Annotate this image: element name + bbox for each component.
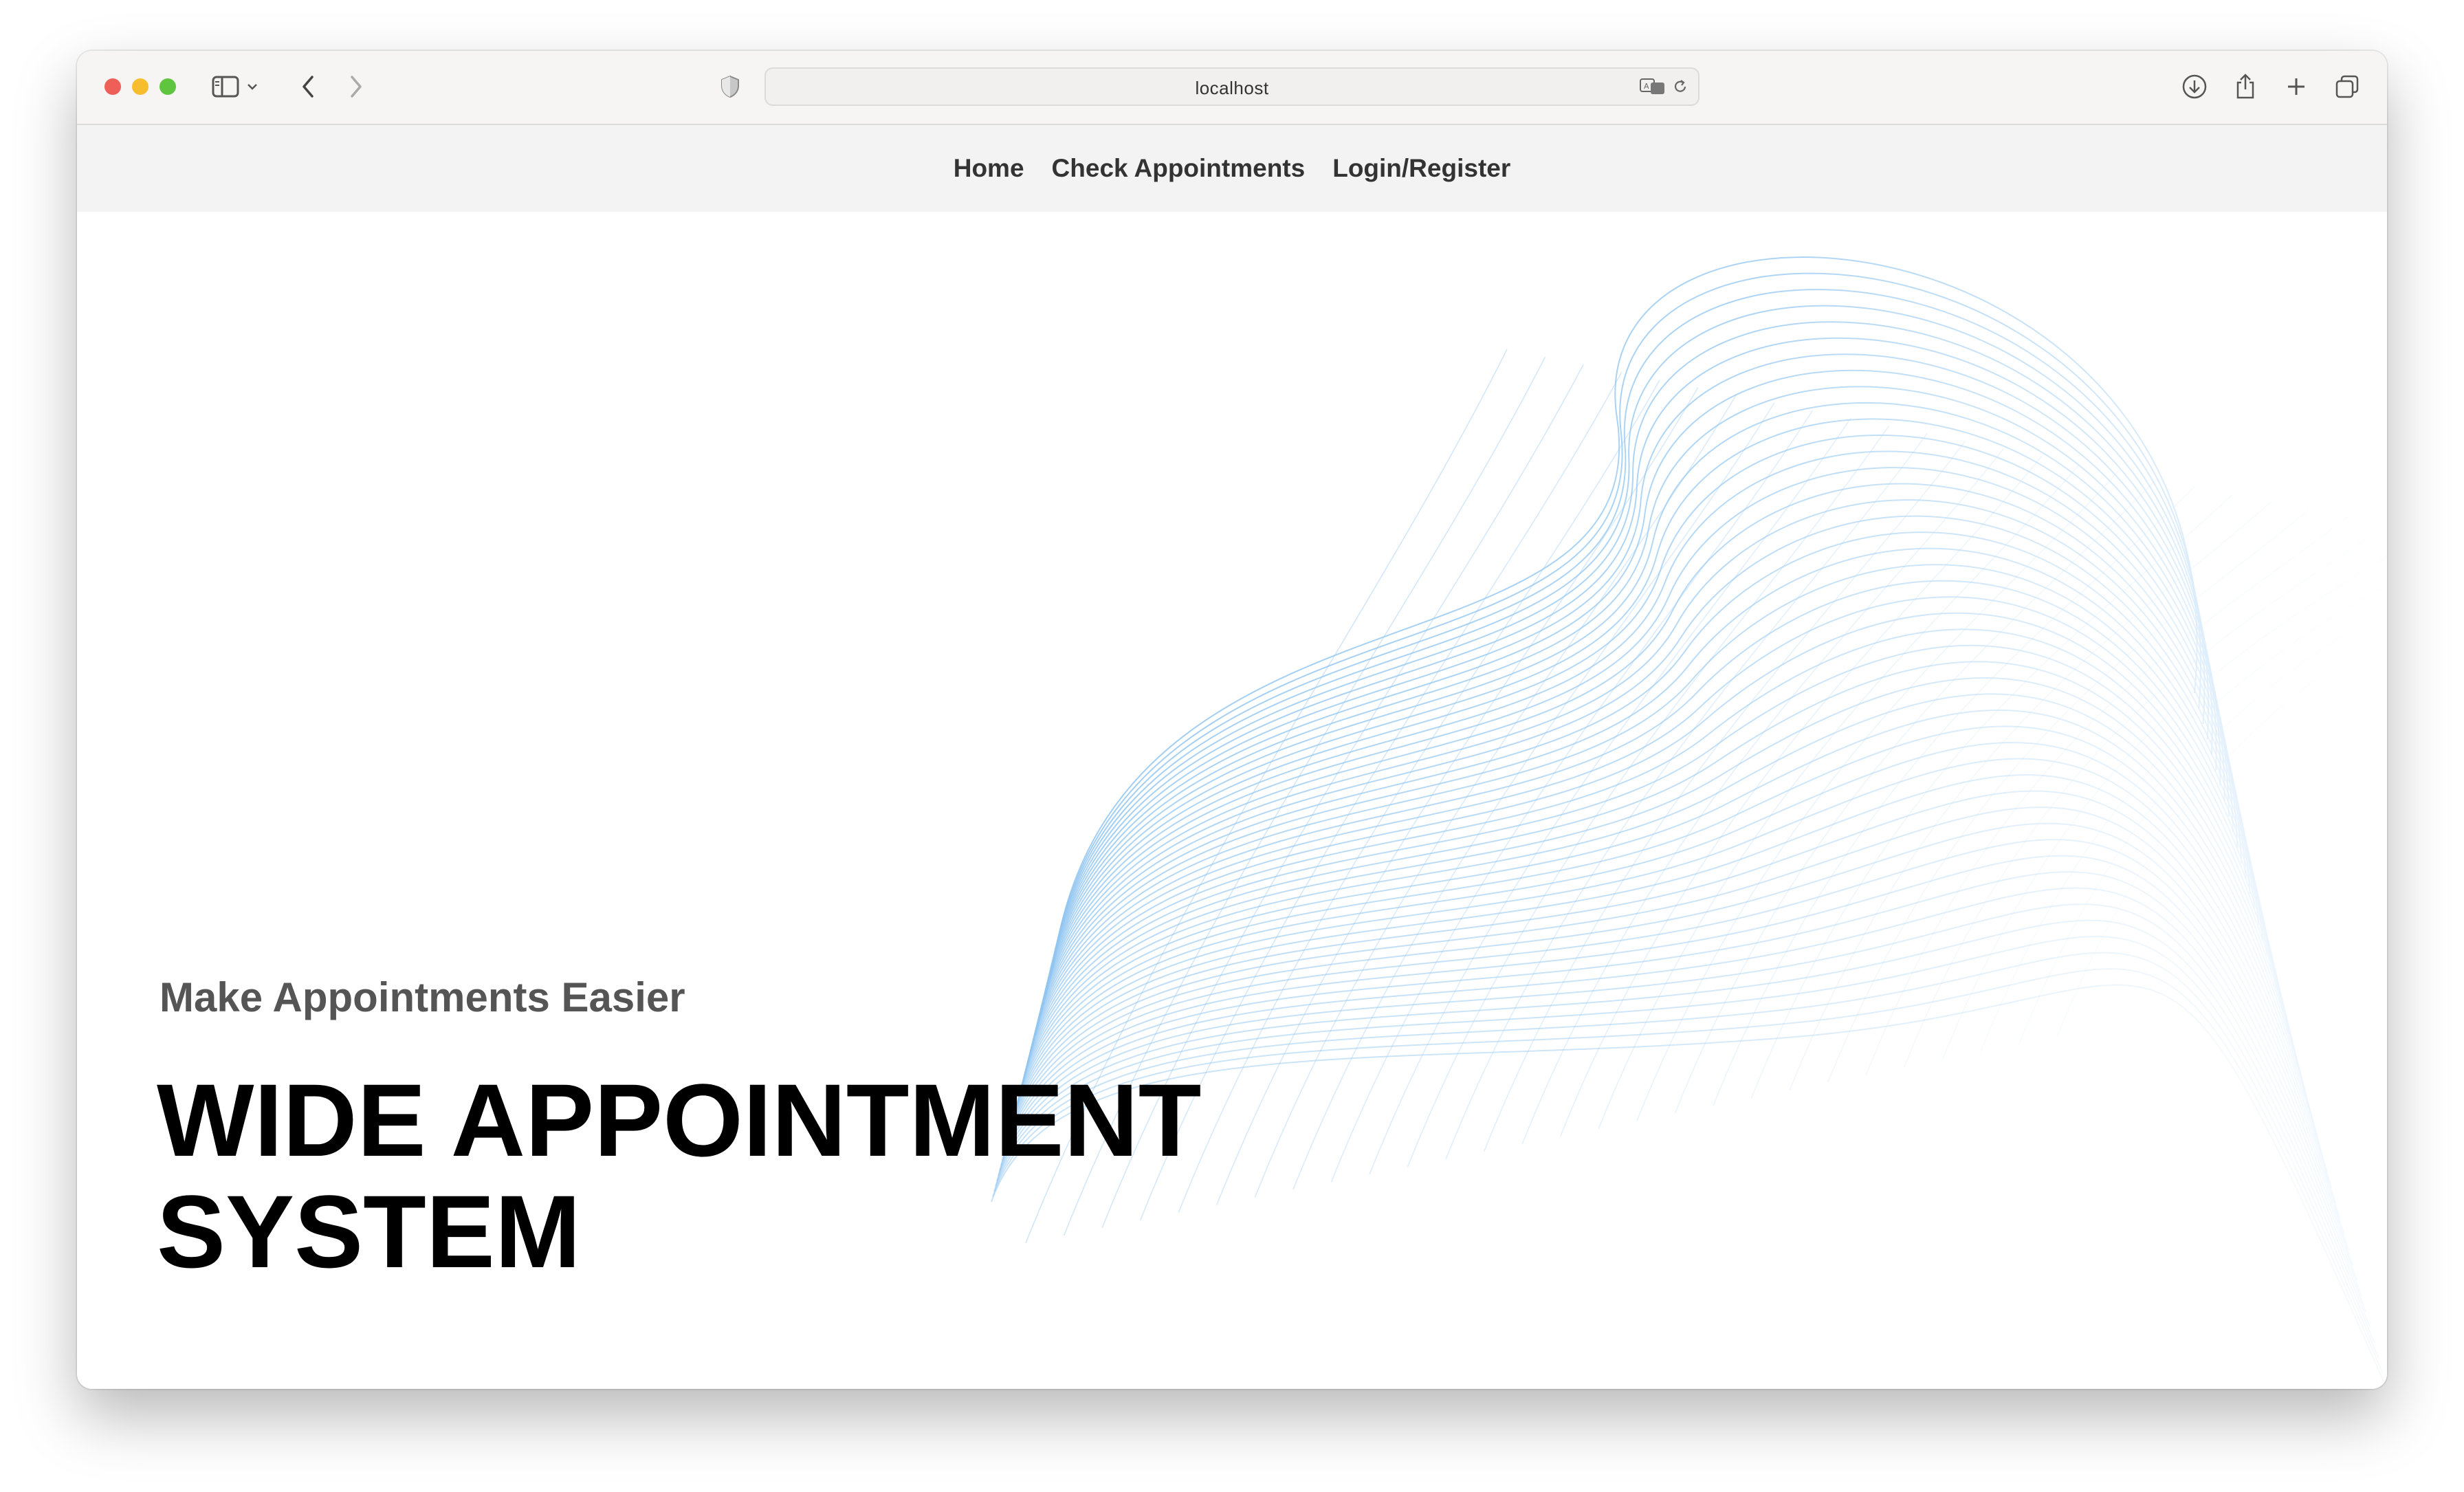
nav-home-link[interactable]: Home <box>954 154 1024 183</box>
browser-toolbar: localhost A <box>77 51 2387 125</box>
browser-window: localhost A Home Check Appointments Logi… <box>77 51 2387 1389</box>
nav-login-register-link[interactable]: Login/Register <box>1332 154 1510 183</box>
hero-title: WIDE APPOINTMENT SYSTEM <box>157 1064 1257 1287</box>
address-bar[interactable]: localhost A <box>764 67 1700 106</box>
back-icon[interactable] <box>290 69 326 105</box>
translate-icon[interactable]: A <box>1639 69 1666 105</box>
tabs-overview-icon[interactable] <box>2329 69 2365 105</box>
site-navbar: Home Check Appointments Login/Register <box>77 125 2387 212</box>
reload-icon[interactable] <box>1666 69 1694 105</box>
chevron-down-icon[interactable] <box>242 69 263 105</box>
hero-section: Make Appointments Easier WIDE APPOINTMEN… <box>77 212 2387 1389</box>
hero-subtitle: Make Appointments Easier <box>160 974 685 1020</box>
new-tab-icon[interactable] <box>2278 69 2314 105</box>
share-icon[interactable] <box>2228 69 2263 105</box>
sidebar-icon[interactable] <box>208 69 243 105</box>
hero-title-line-1: WIDE APPOINTMENT <box>157 1062 1202 1178</box>
forward-icon[interactable] <box>338 69 374 105</box>
hero-title-line-2: SYSTEM <box>157 1174 581 1289</box>
download-icon[interactable] <box>2177 69 2212 105</box>
nav-check-appointments-link[interactable]: Check Appointments <box>1052 154 1306 183</box>
shield-icon[interactable] <box>712 69 748 105</box>
close-window-button[interactable] <box>104 78 121 95</box>
url-text: localhost <box>1195 78 1269 98</box>
maximize-window-button[interactable] <box>160 78 176 95</box>
minimize-window-button[interactable] <box>132 78 148 95</box>
svg-text:A: A <box>1644 82 1649 91</box>
